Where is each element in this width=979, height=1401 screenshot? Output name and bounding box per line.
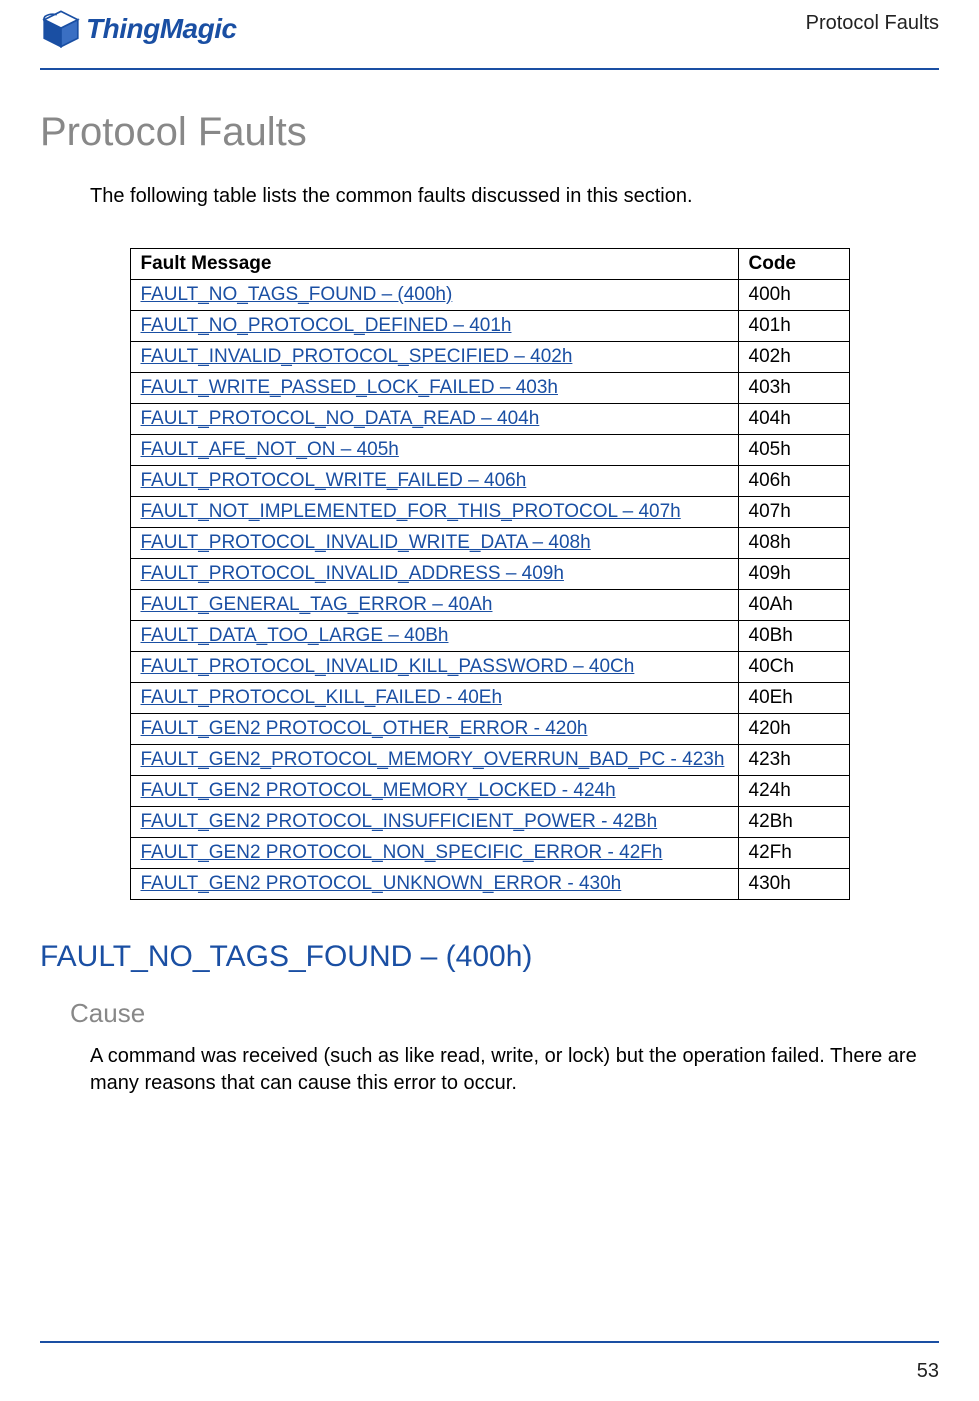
fault-code-cell: 40Ah xyxy=(738,590,849,621)
fault-message-link[interactable]: FAULT_PROTOCOL_INVALID_WRITE_DATA – 408h xyxy=(141,532,591,553)
fault-message-cell: FAULT_AFE_NOT_ON – 405h xyxy=(130,435,738,466)
fault-message-cell: FAULT_GEN2 PROTOCOL_UNKNOWN_ERROR - 430h xyxy=(130,869,738,900)
fault-code-cell: 40Eh xyxy=(738,683,849,714)
table-row: FAULT_NOT_IMPLEMENTED_FOR_THIS_PROTOCOL … xyxy=(130,497,849,528)
fault-code-cell: 430h xyxy=(738,869,849,900)
fault-code-cell: 42Fh xyxy=(738,838,849,869)
header-divider xyxy=(40,68,939,70)
fault-code-cell: 401h xyxy=(738,311,849,342)
table-row: FAULT_PROTOCOL_INVALID_WRITE_DATA – 408h… xyxy=(130,528,849,559)
fault-message-link[interactable]: FAULT_GEN2 PROTOCOL_OTHER_ERROR - 420h xyxy=(141,718,588,739)
fault-message-cell: FAULT_PROTOCOL_KILL_FAILED - 40Eh xyxy=(130,683,738,714)
fault-code-cell: 408h xyxy=(738,528,849,559)
table-row: FAULT_GEN2_PROTOCOL_MEMORY_OVERRUN_BAD_P… xyxy=(130,745,849,776)
table-header-row: Fault Message Code xyxy=(130,249,849,280)
table-row: FAULT_GEN2 PROTOCOL_OTHER_ERROR - 420h 42… xyxy=(130,714,849,745)
fault-code-cell: 403h xyxy=(738,373,849,404)
fault-code-cell: 40Bh xyxy=(738,621,849,652)
fault-message-cell: FAULT_GEN2 PROTOCOL_INSUFFICIENT_POWER -… xyxy=(130,807,738,838)
fault-message-cell: FAULT_GEN2 PROTOCOL_MEMORY_LOCKED - 424h xyxy=(130,776,738,807)
table-row: FAULT_AFE_NOT_ON – 405h 405h xyxy=(130,435,849,466)
fault-code-cell: 405h xyxy=(738,435,849,466)
header-right-title: Protocol Faults xyxy=(806,8,939,35)
fault-message-link[interactable]: FAULT_AFE_NOT_ON – 405h xyxy=(141,439,399,460)
fault-message-cell: FAULT_NOT_IMPLEMENTED_FOR_THIS_PROTOCOL … xyxy=(130,497,738,528)
logo-text: ThingMagic xyxy=(86,13,237,45)
logo-cube-icon xyxy=(40,8,82,50)
fault-message-cell: FAULT_INVALID_PROTOCOL_SPECIFIED – 402h xyxy=(130,342,738,373)
section-heading: FAULT_NO_TAGS_FOUND – (400h) xyxy=(40,940,939,974)
table-row: FAULT_NO_TAGS_FOUND – (400h) 400h xyxy=(130,280,849,311)
table-row: FAULT_GENERAL_TAG_ERROR – 40Ah 40Ah xyxy=(130,590,849,621)
table-header-msg: Fault Message xyxy=(130,249,738,280)
fault-code-cell: 424h xyxy=(738,776,849,807)
fault-code-cell: 406h xyxy=(738,466,849,497)
footer-divider xyxy=(40,1341,939,1343)
fault-message-cell: FAULT_PROTOCOL_INVALID_ADDRESS – 409h xyxy=(130,559,738,590)
fault-code-cell: 402h xyxy=(738,342,849,373)
fault-message-link[interactable]: FAULT_NO_PROTOCOL_DEFINED – 401h xyxy=(141,315,512,336)
fault-code-cell: 423h xyxy=(738,745,849,776)
fault-code-cell: 420h xyxy=(738,714,849,745)
fault-message-cell: FAULT_NO_PROTOCOL_DEFINED – 401h xyxy=(130,311,738,342)
table-row: FAULT_GEN2 PROTOCOL_INSUFFICIENT_POWER -… xyxy=(130,807,849,838)
table-row: FAULT_PROTOCOL_INVALID_ADDRESS – 409h 409… xyxy=(130,559,849,590)
table-row: FAULT_GEN2 PROTOCOL_NON_SPECIFIC_ERROR -… xyxy=(130,838,849,869)
fault-message-cell: FAULT_GENERAL_TAG_ERROR – 40Ah xyxy=(130,590,738,621)
table-row: FAULT_WRITE_PASSED_LOCK_FAILED – 403h 403… xyxy=(130,373,849,404)
page-number: 53 xyxy=(917,1360,939,1383)
fault-message-cell: FAULT_PROTOCOL_INVALID_KILL_PASSWORD – 4… xyxy=(130,652,738,683)
fault-code-cell: 400h xyxy=(738,280,849,311)
fault-message-link[interactable]: FAULT_GEN2 PROTOCOL_NON_SPECIFIC_ERROR -… xyxy=(141,842,663,863)
fault-message-cell: FAULT_GEN2_PROTOCOL_MEMORY_OVERRUN_BAD_P… xyxy=(130,745,738,776)
fault-message-link[interactable]: FAULT_PROTOCOL_NO_DATA_READ – 404h xyxy=(141,408,540,429)
fault-message-link[interactable]: FAULT_WRITE_PASSED_LOCK_FAILED – 403h xyxy=(141,377,558,398)
fault-code-cell: 409h xyxy=(738,559,849,590)
fault-message-link[interactable]: FAULT_GEN2 PROTOCOL_INSUFFICIENT_POWER -… xyxy=(141,811,658,832)
fault-message-link[interactable]: FAULT_PROTOCOL_WRITE_FAILED – 406h xyxy=(141,470,527,491)
fault-message-cell: FAULT_GEN2 PROTOCOL_NON_SPECIFIC_ERROR -… xyxy=(130,838,738,869)
fault-message-link[interactable]: FAULT_PROTOCOL_INVALID_KILL_PASSWORD – 4… xyxy=(141,656,635,677)
fault-message-cell: FAULT_WRITE_PASSED_LOCK_FAILED – 403h xyxy=(130,373,738,404)
fault-message-link[interactable]: FAULT_NO_TAGS_FOUND – (400h) xyxy=(141,284,453,305)
fault-message-cell: FAULT_NO_TAGS_FOUND – (400h) xyxy=(130,280,738,311)
table-row: FAULT_PROTOCOL_NO_DATA_READ – 404h 404h xyxy=(130,404,849,435)
fault-code-cell: 40Ch xyxy=(738,652,849,683)
fault-message-link[interactable]: FAULT_GENERAL_TAG_ERROR – 40Ah xyxy=(141,594,493,615)
table-row: FAULT_GEN2 PROTOCOL_MEMORY_LOCKED - 424h… xyxy=(130,776,849,807)
fault-message-link[interactable]: FAULT_DATA_TOO_LARGE – 40Bh xyxy=(141,625,449,646)
fault-message-link[interactable]: FAULT_PROTOCOL_INVALID_ADDRESS – 409h xyxy=(141,563,564,584)
fault-message-cell: FAULT_DATA_TOO_LARGE – 40Bh xyxy=(130,621,738,652)
fault-message-link[interactable]: FAULT_INVALID_PROTOCOL_SPECIFIED – 402h xyxy=(141,346,573,367)
table-row: FAULT_GEN2 PROTOCOL_UNKNOWN_ERROR - 430h… xyxy=(130,869,849,900)
fault-message-cell: FAULT_PROTOCOL_INVALID_WRITE_DATA – 408h xyxy=(130,528,738,559)
main-title: Protocol Faults xyxy=(40,110,939,155)
fault-table: Fault Message Code FAULT_NO_TAGS_FOUND –… xyxy=(130,248,850,900)
fault-message-cell: FAULT_PROTOCOL_WRITE_FAILED – 406h xyxy=(130,466,738,497)
fault-code-cell: 42Bh xyxy=(738,807,849,838)
body-text: A command was received (such as like rea… xyxy=(90,1043,939,1097)
fault-message-cell: FAULT_PROTOCOL_NO_DATA_READ – 404h xyxy=(130,404,738,435)
fault-message-link[interactable]: FAULT_PROTOCOL_KILL_FAILED - 40Eh xyxy=(141,687,503,708)
table-row: FAULT_INVALID_PROTOCOL_SPECIFIED – 402h 4… xyxy=(130,342,849,373)
table-row: FAULT_DATA_TOO_LARGE – 40Bh 40Bh xyxy=(130,621,849,652)
sub-heading: Cause xyxy=(70,998,939,1029)
table-row: FAULT_NO_PROTOCOL_DEFINED – 401h 401h xyxy=(130,311,849,342)
fault-code-cell: 404h xyxy=(738,404,849,435)
intro-text: The following table lists the common fau… xyxy=(90,185,939,208)
fault-message-link[interactable]: FAULT_NOT_IMPLEMENTED_FOR_THIS_PROTOCOL … xyxy=(141,501,681,522)
fault-message-link[interactable]: FAULT_GEN2 PROTOCOL_MEMORY_LOCKED - 424h xyxy=(141,780,616,801)
table-header-code: Code xyxy=(738,249,849,280)
fault-message-cell: FAULT_GEN2 PROTOCOL_OTHER_ERROR - 420h xyxy=(130,714,738,745)
table-row: FAULT_PROTOCOL_WRITE_FAILED – 406h 406h xyxy=(130,466,849,497)
table-row: FAULT_PROTOCOL_KILL_FAILED - 40Eh 40Eh xyxy=(130,683,849,714)
fault-message-link[interactable]: FAULT_GEN2_PROTOCOL_MEMORY_OVERRUN_BAD_P… xyxy=(141,749,725,770)
fault-message-link[interactable]: FAULT_GEN2 PROTOCOL_UNKNOWN_ERROR - 430h xyxy=(141,873,622,894)
fault-code-cell: 407h xyxy=(738,497,849,528)
page-header: ThingMagic Protocol Faults xyxy=(40,0,939,50)
table-row: FAULT_PROTOCOL_INVALID_KILL_PASSWORD – 4… xyxy=(130,652,849,683)
logo: ThingMagic xyxy=(40,8,237,50)
